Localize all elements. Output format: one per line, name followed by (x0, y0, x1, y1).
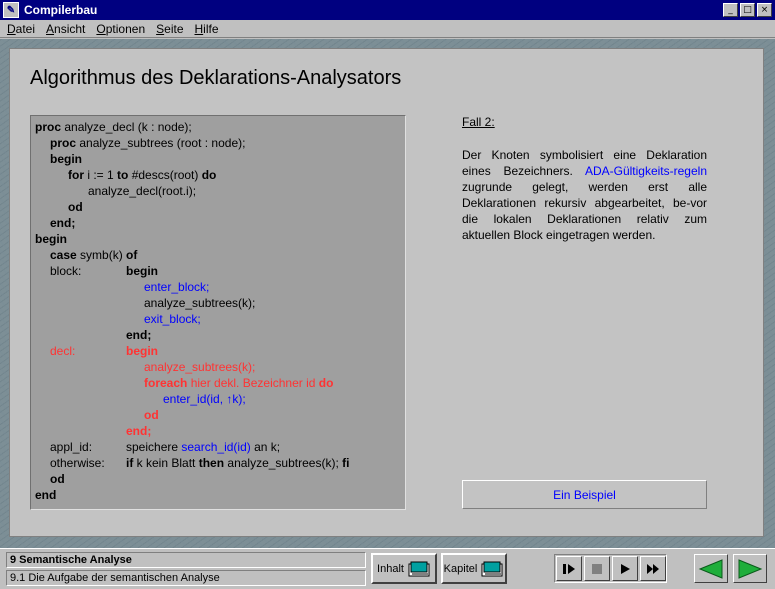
play-button[interactable] (612, 556, 638, 581)
chapter-label: 9 Semantische Analyse (6, 552, 366, 568)
menu-seite[interactable]: Seite (152, 22, 187, 36)
menu-ansicht[interactable]: Ansicht (42, 22, 89, 36)
explanation: Fall 2: Der Knoten symbolisiert eine Dek… (462, 115, 707, 242)
chapter-button[interactable]: Kapitel (441, 553, 507, 584)
next-page-button[interactable] (733, 554, 767, 583)
section-label: 9.1 Die Aufgabe der semantischen Analyse (6, 570, 366, 586)
window-title: Compilerbau (24, 3, 98, 17)
stop-button[interactable] (584, 556, 610, 581)
code-line: end (35, 488, 57, 502)
stop-icon (592, 563, 602, 574)
play-icon (621, 563, 630, 574)
code-line: od (144, 408, 159, 422)
code-line: enter_id(id, ↑k); (163, 392, 246, 406)
code-line: exit_block; (144, 312, 201, 326)
maximize-button[interactable]: □ (740, 3, 755, 17)
case-heading: Fall 2: (462, 115, 495, 129)
app-logo-icon[interactable]: ✎ (3, 2, 19, 18)
code-line: analyze_decl(root.i); (88, 184, 197, 198)
code-line: proc analyze_subtrees (root : node); (50, 136, 246, 150)
code-line: end; (50, 216, 76, 230)
code-line: end; (126, 328, 152, 342)
arrow-right-icon (738, 558, 763, 579)
code-line: speichere search_id(id) an k; (126, 440, 281, 454)
menu-datei[interactable]: Datei (3, 22, 39, 36)
code-line: end; (126, 424, 152, 438)
step-play-button[interactable] (556, 556, 582, 581)
example-button[interactable]: Ein Beispiel (462, 480, 707, 509)
code-listing: proc analyze_decl (k : node); proc analy… (30, 115, 406, 510)
case-description: Der Knoten symbolisiert eine Deklaration… (462, 148, 707, 242)
menu-bar: Datei Ansicht Optionen Seite Hilfe (0, 20, 775, 38)
minimize-button[interactable]: _ (723, 3, 738, 17)
content-background: Algorithmus des Deklarations-Analysators… (0, 39, 775, 548)
code-line: case symb(k) of (50, 248, 138, 262)
code-line: analyze_subtrees(k); (144, 296, 256, 310)
code-line: appl_id: (50, 440, 93, 454)
code-line: od (50, 472, 65, 486)
fast-forward-icon (647, 563, 659, 574)
book-icon (408, 561, 430, 576)
code-line: block: (50, 264, 82, 278)
code-line: foreach hier dekl. Bezeichner id do (144, 376, 334, 390)
code-line: analyze_subtrees(k); (144, 360, 256, 374)
book-icon (481, 561, 503, 576)
code-line: begin (50, 152, 82, 166)
code-line: otherwise: (50, 456, 105, 470)
code-line: proc analyze_decl (k : node); (35, 120, 192, 134)
code-line: for i := 1 to #descs(root) do (68, 168, 217, 182)
media-controls (554, 554, 667, 583)
code-line: begin (35, 232, 67, 246)
previous-page-button[interactable] (694, 554, 728, 583)
page-title: Algorithmus des Deklarations-Analysators (30, 67, 402, 89)
title-bar: ✎ Compilerbau _ □ × (0, 0, 775, 20)
contents-button[interactable]: Inhalt (371, 553, 437, 584)
code-line: od (68, 200, 83, 214)
code-line: decl: (50, 344, 76, 358)
arrow-left-icon (698, 558, 723, 579)
code-line: begin (126, 344, 158, 358)
menu-hilfe[interactable]: Hilfe (191, 22, 223, 36)
close-button[interactable]: × (757, 3, 772, 17)
content-panel: Algorithmus des Deklarations-Analysators… (9, 48, 764, 537)
code-line: enter_block; (144, 280, 210, 294)
status-bar: 9 Semantische Analyse 9.1 Die Aufgabe de… (0, 548, 775, 589)
code-line: if k kein Blatt then analyze_subtrees(k)… (126, 456, 350, 470)
step-icon (563, 563, 575, 574)
fast-forward-button[interactable] (640, 556, 666, 581)
ada-rules-link[interactable]: ADA-Gültigkeits-regeln (585, 164, 707, 178)
menu-optionen[interactable]: Optionen (92, 22, 149, 36)
code-line: begin (126, 264, 158, 278)
